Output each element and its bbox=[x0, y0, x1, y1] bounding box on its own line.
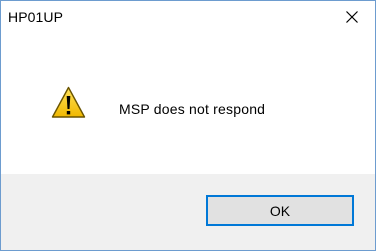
window-title: HP01UP bbox=[8, 9, 64, 25]
close-icon bbox=[346, 11, 358, 23]
message-text: MSP does not respond bbox=[119, 101, 266, 117]
ok-button[interactable]: OK bbox=[206, 195, 354, 226]
button-bar: OK bbox=[1, 174, 375, 250]
warning-icon bbox=[51, 86, 86, 119]
message-content: MSP does not respond bbox=[1, 32, 375, 174]
close-button[interactable] bbox=[329, 1, 375, 32]
message-box-dialog: HP01UP MSP does not respond OK bbox=[0, 0, 376, 251]
title-bar: HP01UP bbox=[1, 1, 375, 32]
